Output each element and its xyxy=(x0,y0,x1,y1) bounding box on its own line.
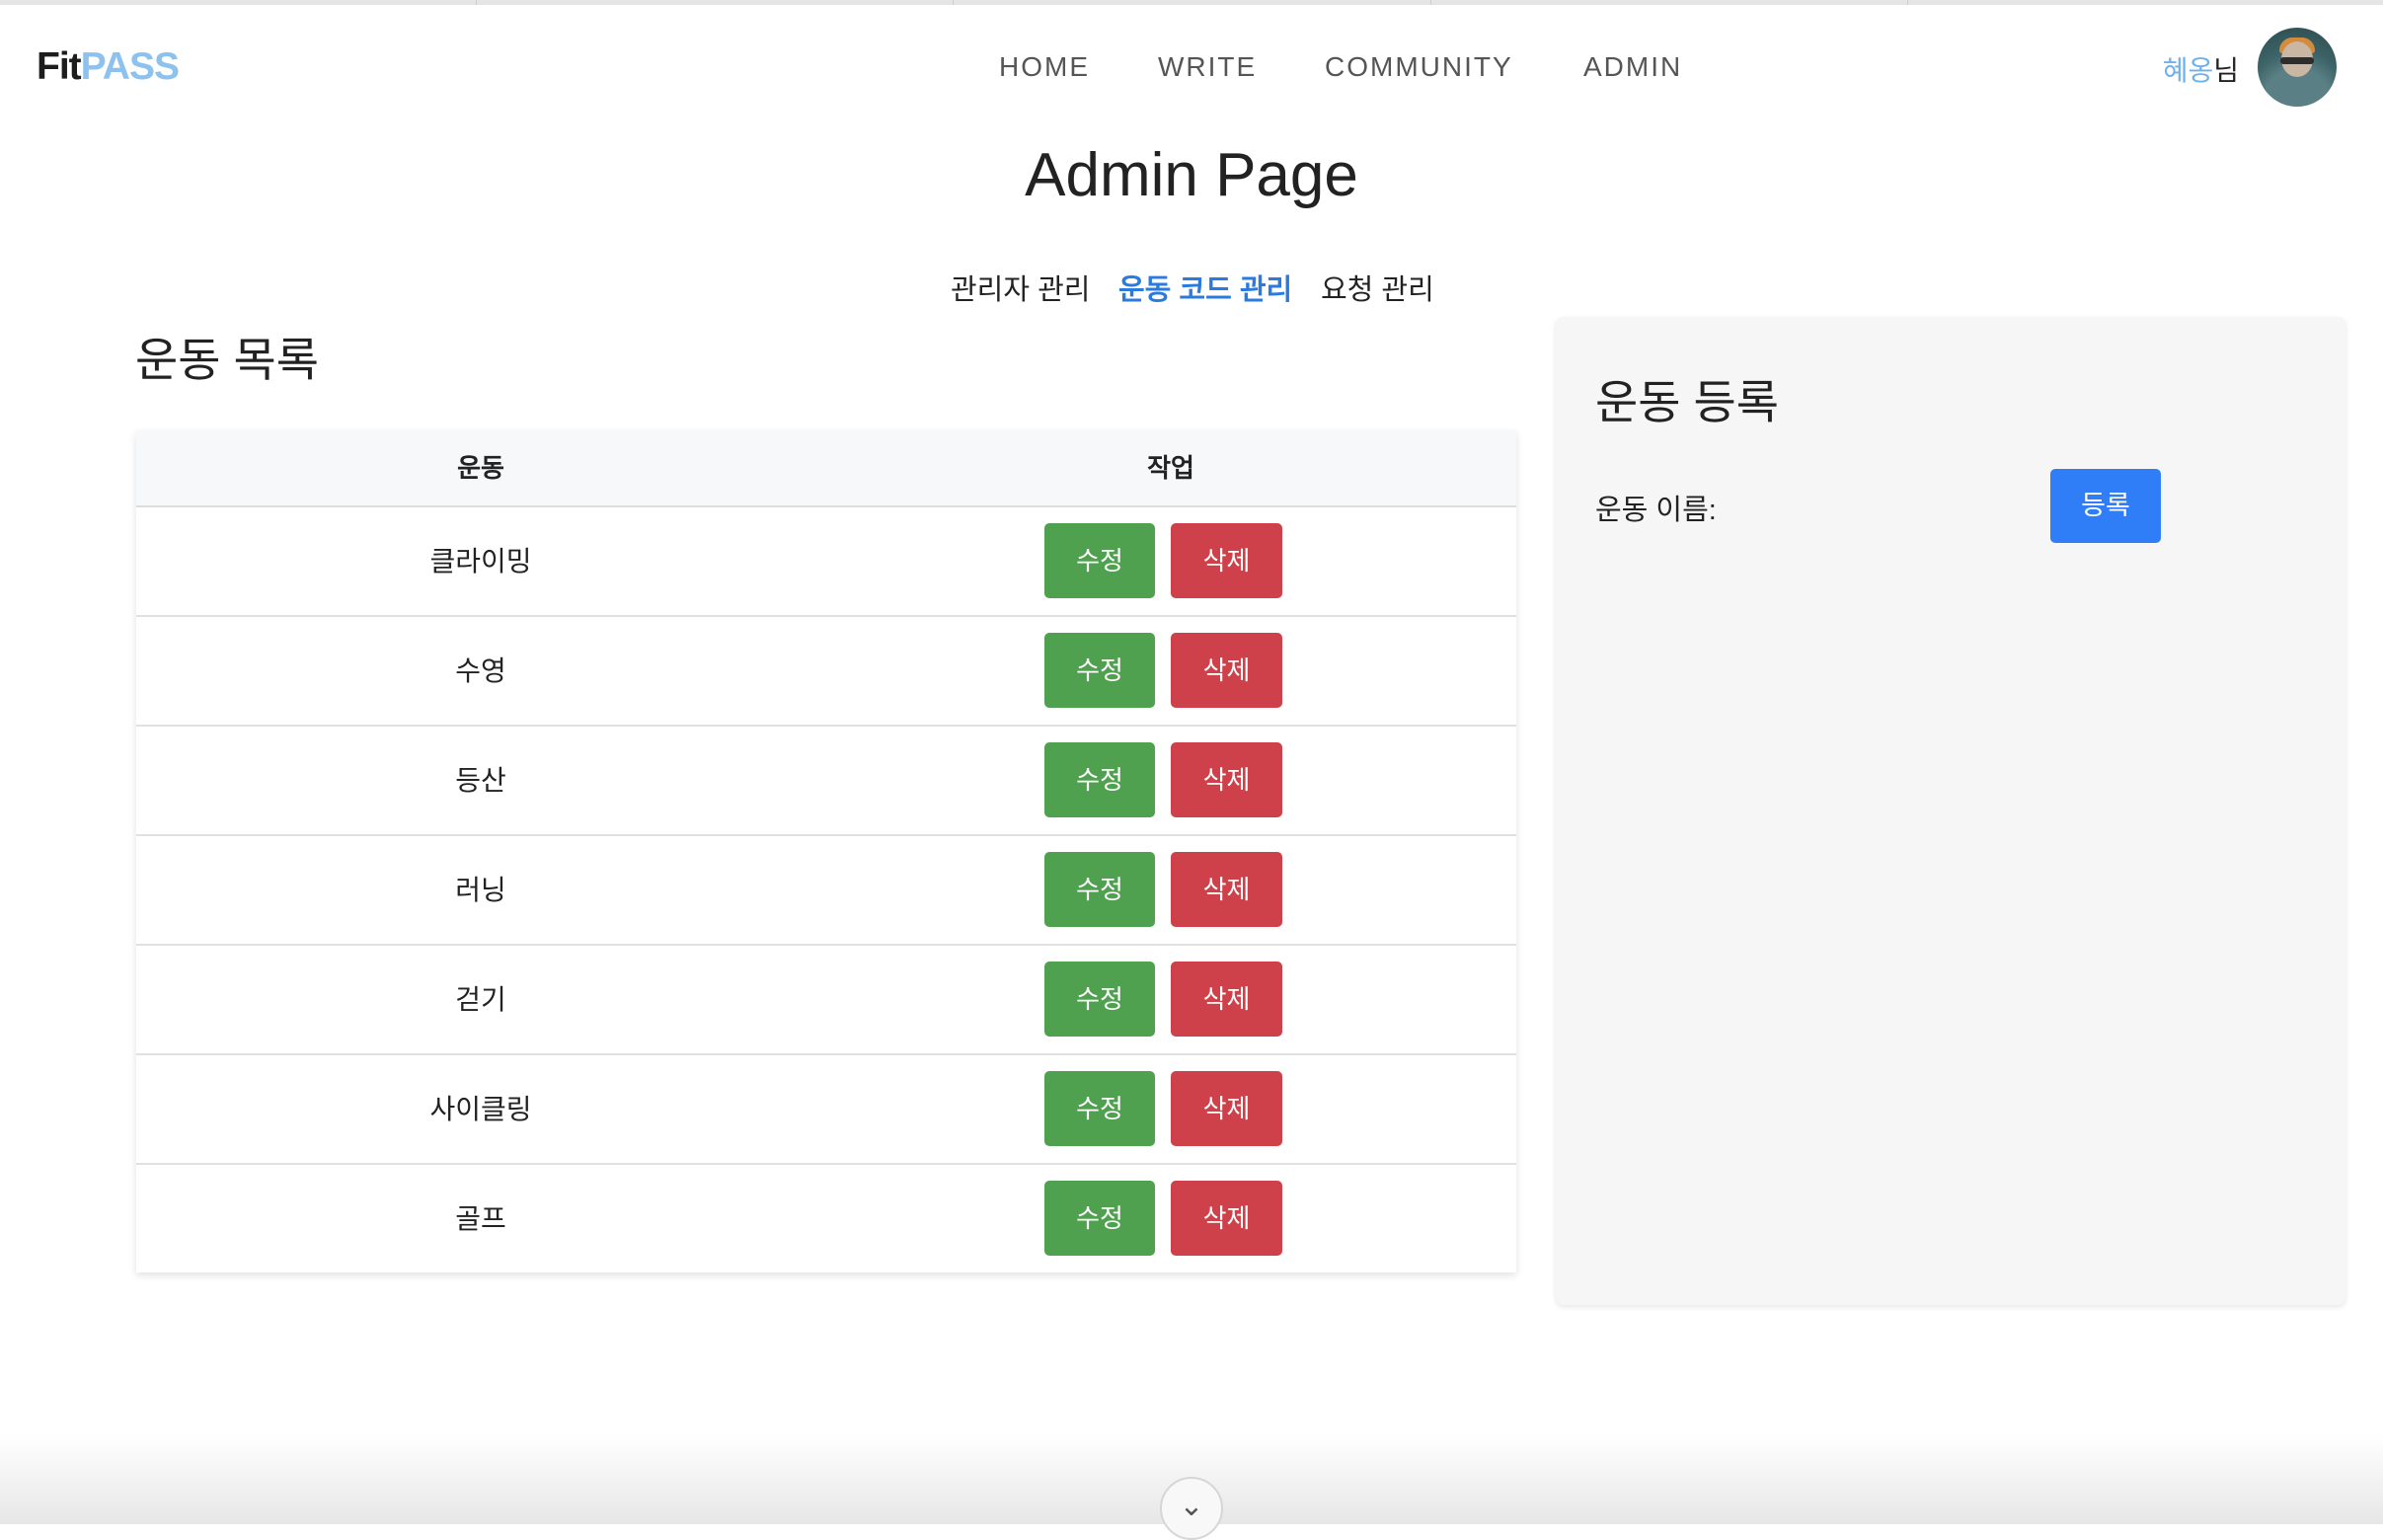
chevron-down-icon: ⌄ xyxy=(1179,1490,1204,1522)
exercise-name: 등산 xyxy=(455,765,506,796)
avatar[interactable] xyxy=(2258,28,2337,107)
delete-button[interactable]: 삭제 xyxy=(1171,633,1282,708)
main-nav: HOME WRITE COMMUNITY ADMIN xyxy=(0,51,2383,91)
table-row: 골프 수정 삭제 xyxy=(136,1165,1516,1272)
nav-admin[interactable]: ADMIN xyxy=(1583,51,1682,83)
edit-button[interactable]: 수정 xyxy=(1044,742,1155,817)
delete-button[interactable]: 삭제 xyxy=(1171,1071,1282,1146)
edit-button[interactable]: 수정 xyxy=(1044,1071,1155,1146)
delete-button[interactable]: 삭제 xyxy=(1171,742,1282,817)
edit-button[interactable]: 수정 xyxy=(1044,1181,1155,1256)
register-button[interactable]: 등록 xyxy=(2050,469,2161,543)
nav-home[interactable]: HOME xyxy=(999,51,1090,83)
table-header: 운동 작업 xyxy=(136,430,1516,507)
exercise-list-title: 운동 목록 xyxy=(135,334,320,386)
table-row: 클라이밍 수정 삭제 xyxy=(136,507,1516,617)
edit-button[interactable]: 수정 xyxy=(1044,852,1155,927)
table-row: 수영 수정 삭제 xyxy=(136,617,1516,727)
tab-request-management[interactable]: 요청 관리 xyxy=(1321,267,1434,308)
exercise-name: 사이클링 xyxy=(429,1094,532,1124)
exercise-name: 골프 xyxy=(455,1203,506,1234)
column-header-actions: 작업 xyxy=(1147,453,1194,483)
user-greeting: 혜옹님 xyxy=(2163,49,2239,89)
user-name[interactable]: 혜옹 xyxy=(2163,55,2214,86)
edit-button[interactable]: 수정 xyxy=(1044,962,1155,1037)
column-header-exercise: 운동 xyxy=(457,453,504,483)
tab-exercise-code-management[interactable]: 운동 코드 관리 xyxy=(1118,267,1292,308)
exercise-name: 수영 xyxy=(455,655,506,686)
delete-button[interactable]: 삭제 xyxy=(1171,1181,1282,1256)
table-row: 사이클링 수정 삭제 xyxy=(136,1055,1516,1165)
table-row: 걷기 수정 삭제 xyxy=(136,946,1516,1055)
browser-top-edge xyxy=(0,0,2383,5)
exercise-name: 클라이밍 xyxy=(429,546,532,577)
register-panel: 운동 등록 운동 이름: 등록 xyxy=(1556,317,2345,1305)
edit-button[interactable]: 수정 xyxy=(1044,633,1155,708)
delete-button[interactable]: 삭제 xyxy=(1171,523,1282,598)
register-panel-title: 운동 등록 xyxy=(1595,376,1780,428)
edit-button[interactable]: 수정 xyxy=(1044,523,1155,598)
delete-button[interactable]: 삭제 xyxy=(1171,962,1282,1037)
tab-admin-management[interactable]: 관리자 관리 xyxy=(951,267,1090,308)
nav-write[interactable]: WRITE xyxy=(1158,51,1257,83)
page-title: Admin Page xyxy=(1025,141,1358,209)
exercise-table: 운동 작업 클라이밍 수정 삭제 수영 수정 삭제 등산 수정 삭제 러닝 수정… xyxy=(136,430,1516,1272)
table-row: 등산 수정 삭제 xyxy=(136,727,1516,836)
scroll-down-button[interactable]: ⌄ xyxy=(1160,1477,1223,1540)
exercise-name-label: 운동 이름: xyxy=(1595,495,1717,526)
nav-community[interactable]: COMMUNITY xyxy=(1325,51,1513,83)
exercise-name: 러닝 xyxy=(455,875,506,905)
user-suffix: 님 xyxy=(2213,55,2239,86)
exercise-name: 걷기 xyxy=(455,984,506,1015)
delete-button[interactable]: 삭제 xyxy=(1171,852,1282,927)
table-row: 러닝 수정 삭제 xyxy=(136,836,1516,946)
